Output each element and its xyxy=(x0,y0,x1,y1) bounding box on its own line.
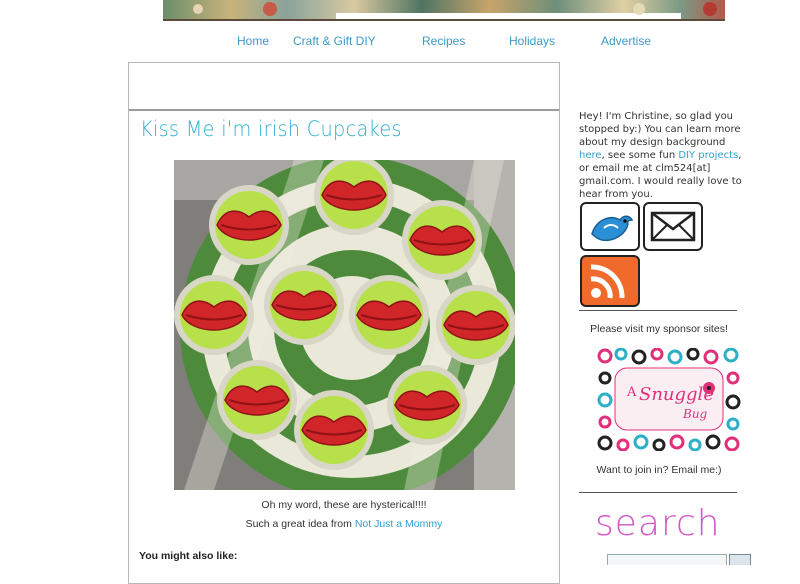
nav-holidays[interactable]: Holidays xyxy=(509,34,555,48)
nav-recipes[interactable]: Recipes xyxy=(422,34,465,48)
bio-link-diy-projects[interactable]: DIY projects xyxy=(678,150,738,161)
sponsor-logo-bug: Bug xyxy=(682,407,708,421)
sponsor-logo-snuggle: Snuggle xyxy=(639,384,714,405)
nav-advertise[interactable]: Advertise xyxy=(601,34,651,48)
nav-craft-gift-diy[interactable]: Craft & Gift DIY xyxy=(293,34,376,48)
search-input[interactable] xyxy=(607,554,727,565)
sponsor-logo-a: A xyxy=(626,385,637,400)
sponsor-ad-snuggle-bug[interactable]: A Snuggle Bug xyxy=(597,348,741,451)
search-button[interactable] xyxy=(729,554,751,565)
post-container: Kiss Me i'm irish Cupcakes Oh my word, t… xyxy=(128,62,560,584)
sidebar-divider-2 xyxy=(579,492,737,493)
twitter-bird-icon xyxy=(591,215,634,242)
bio-text-2: , see some fun xyxy=(601,150,679,161)
source-link[interactable]: Not Just a Mommy xyxy=(355,518,443,530)
post-caption-1: Oh my word, these are hysterical!!!! xyxy=(261,499,427,511)
cupcake-photo[interactable] xyxy=(174,160,515,490)
search-heading: search xyxy=(595,503,721,544)
main-nav: Home Craft & Gift DIY Recipes Holidays A… xyxy=(0,34,800,52)
rss-button[interactable] xyxy=(580,255,640,307)
sponsor-logo: A Snuggle Bug xyxy=(597,348,741,451)
post-header-area xyxy=(129,63,559,111)
cupcake-photo-graphic xyxy=(174,160,515,490)
email-button[interactable] xyxy=(643,202,703,251)
bio-text-1: Hey! I'm Christine, so glad you stopped … xyxy=(579,111,741,148)
post-caption-2-prefix: Such a great idea from xyxy=(245,518,355,530)
rss-feed-icon xyxy=(590,264,625,299)
banner-notch xyxy=(336,13,681,19)
nav-home[interactable]: Home xyxy=(237,34,269,48)
author-bio: Hey! I'm Christine, so glad you stopped … xyxy=(579,110,754,201)
sponsor-prompt: Please visit my sponsor sites! xyxy=(590,323,728,335)
post-caption-2: Such a great idea from Not Just a Mommy xyxy=(129,518,559,530)
twitter-button[interactable] xyxy=(580,202,640,251)
sidebar-divider-1 xyxy=(579,310,737,311)
post-title[interactable]: Kiss Me i'm irish Cupcakes xyxy=(140,117,402,141)
you-might-also-like-heading: You might also like: xyxy=(139,550,238,562)
header-banner xyxy=(163,0,725,21)
envelope-icon xyxy=(650,211,696,242)
join-prompt: Want to join in? Email me:) xyxy=(596,464,722,476)
bio-link-here[interactable]: here xyxy=(579,150,602,161)
